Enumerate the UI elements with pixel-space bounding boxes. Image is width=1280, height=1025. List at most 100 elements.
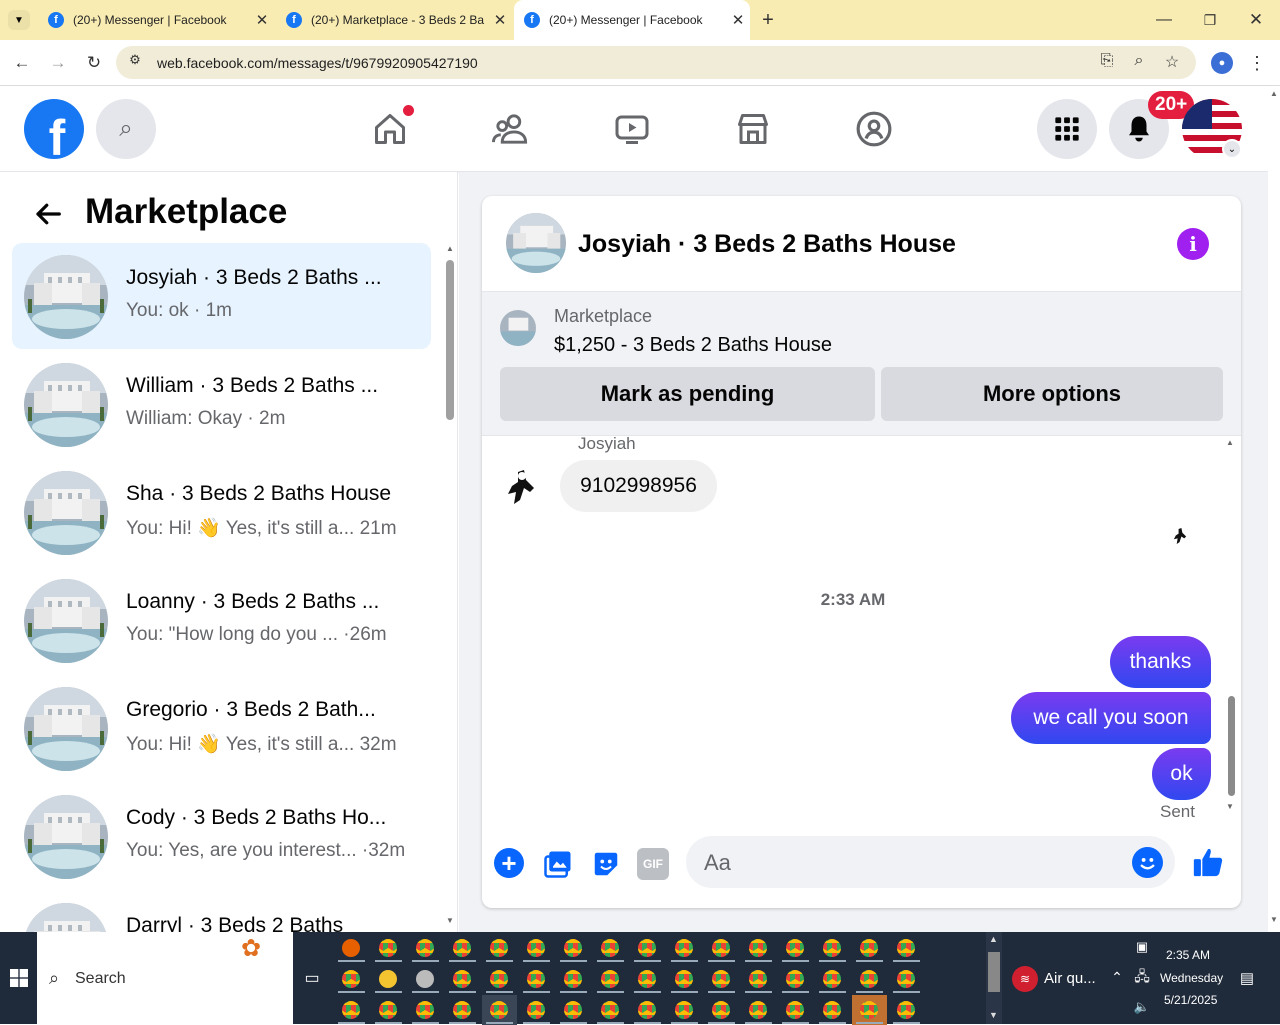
restore-icon[interactable]: ❐ [1196, 8, 1224, 32]
taskbar-app-icon[interactable] [445, 964, 480, 994]
taskbar-app-icon[interactable] [556, 964, 591, 994]
scroll-up-arrow-icon[interactable]: ▲ [1226, 438, 1234, 447]
video-icon[interactable] [610, 107, 654, 151]
listing-thumbnail[interactable] [500, 310, 536, 346]
taskbar-scroll-thumb[interactable] [988, 952, 1000, 992]
volume-icon[interactable]: 🔈 [1132, 998, 1152, 1016]
taskbar-search[interactable]: ⌕ Search ✿ [37, 932, 293, 1024]
taskbar-app-icon[interactable] [704, 964, 739, 994]
taskbar-app-icon[interactable] [334, 964, 369, 994]
browser-menu-icon[interactable]: ⋮ [1247, 52, 1267, 74]
home-icon[interactable] [368, 105, 414, 151]
incoming-message[interactable]: 9102998956 [560, 460, 717, 512]
scroll-down-arrow-icon[interactable]: ▼ [446, 916, 454, 925]
taskbar-app-icon[interactable] [815, 964, 850, 994]
weather-icon[interactable]: ≋ [1012, 966, 1038, 992]
conversation-item[interactable]: Darryl · 3 Beds 2 Baths [12, 891, 431, 932]
back-arrow-icon[interactable] [28, 194, 68, 234]
taskbar-app-icon[interactable] [408, 995, 443, 1025]
taskbar-app-icon[interactable] [445, 933, 480, 963]
sidebar-scrollbar[interactable]: ▲ ▼ [443, 244, 457, 932]
taskbar-app-icon[interactable] [371, 995, 406, 1025]
scroll-down-arrow-icon[interactable]: ▼ [1226, 802, 1234, 811]
close-window-icon[interactable]: ✕ [1242, 8, 1270, 32]
conversation-item[interactable]: Gregorio · 3 Beds 2 Bath... You: Hi! 👋 Ye… [12, 675, 431, 781]
taskbar-app-icon[interactable] [482, 964, 517, 994]
taskbar-app-icon[interactable] [556, 933, 591, 963]
search-icon[interactable]: ⌕ [96, 99, 156, 159]
gif-icon[interactable]: GIF [637, 848, 669, 880]
forward-icon[interactable]: → [46, 51, 70, 75]
taskbar-app-icon[interactable] [778, 964, 813, 994]
scroll-up-arrow-icon[interactable]: ▲ [446, 244, 454, 253]
scroll-down-arrow-icon[interactable]: ▼ [1270, 915, 1278, 924]
outgoing-message[interactable]: we call you soon [1011, 692, 1211, 744]
close-tab-icon[interactable]: ✕ [726, 11, 750, 29]
network-icon[interactable]: 🖧 [1132, 968, 1152, 988]
conversation-item[interactable]: Cody · 3 Beds 2 Baths Ho... You: Yes, are… [12, 783, 431, 889]
taskbar-app-icon[interactable] [852, 995, 887, 1025]
task-view-icon[interactable]: ▭ [300, 968, 324, 988]
conversation-item[interactable]: William · 3 Beds 2 Baths ... William: Oka… [12, 351, 431, 457]
sticker-icon[interactable] [590, 848, 622, 880]
marketplace-icon[interactable] [731, 107, 775, 151]
taskbar-app-icon[interactable] [815, 933, 850, 963]
clock-day[interactable]: Wednesday [1160, 971, 1240, 985]
profile-icon[interactable]: ● [1211, 52, 1233, 74]
notification-center-icon[interactable]: ▤ [1236, 968, 1258, 988]
listing-detail[interactable]: $1,250 - 3 Beds 2 Baths House [554, 334, 832, 357]
clock-date[interactable]: 5/21/2025 [1164, 993, 1244, 1007]
url-field[interactable]: ⚙ web.facebook.com/messages/t/9679920905… [116, 46, 1196, 79]
chat-avatar[interactable] [506, 213, 566, 273]
add-more-icon[interactable]: + [494, 848, 524, 878]
scroll-down-arrow-icon[interactable]: ▼ [989, 1010, 998, 1020]
taskbar-app-icon[interactable] [482, 995, 517, 1025]
scroll-up-arrow-icon[interactable]: ▲ [1270, 89, 1278, 98]
menu-grid-icon[interactable] [1037, 99, 1097, 159]
photo-icon[interactable] [542, 848, 574, 880]
page-scrollbar[interactable]: ▲ ▼ [1268, 87, 1280, 932]
account-chevron-icon[interactable]: ⌄ [1222, 139, 1242, 159]
taskbar-app-icon[interactable] [741, 933, 776, 963]
taskbar-overflow-scroll[interactable]: ▲ ▼ [986, 932, 1002, 1024]
bookmark-star-icon[interactable]: ☆ [1161, 52, 1183, 72]
taskbar-app-icon[interactable] [667, 933, 702, 963]
taskbar-app-icon[interactable] [519, 995, 554, 1025]
like-thumb-icon[interactable] [1190, 844, 1226, 880]
taskbar-app-icon[interactable] [667, 964, 702, 994]
scroll-up-arrow-icon[interactable]: ▲ [989, 934, 998, 944]
new-tab-icon[interactable]: + [756, 8, 780, 32]
thread-scroll-thumb[interactable] [1228, 696, 1235, 796]
sender-avatar[interactable] [504, 466, 538, 508]
message-input[interactable]: Aa [686, 836, 1175, 888]
groups-icon[interactable] [852, 107, 896, 151]
reload-icon[interactable]: ↻ [82, 51, 106, 75]
taskbar-app-icon[interactable] [741, 964, 776, 994]
emoji-icon[interactable] [1132, 847, 1163, 878]
taskbar-app-icon[interactable] [519, 964, 554, 994]
taskbar-app-icon[interactable] [815, 995, 850, 1025]
taskbar-app-icon[interactable] [556, 995, 591, 1025]
taskbar-app-icon[interactable] [630, 933, 665, 963]
taskbar-app-icon[interactable] [704, 933, 739, 963]
chat-title[interactable]: Josyiah · 3 Beds 2 Baths House [578, 230, 956, 259]
facebook-logo-icon[interactable]: f [24, 99, 84, 159]
sidebar-scroll-thumb[interactable] [446, 260, 454, 420]
tray-chevron-icon[interactable]: ⌃ [1108, 968, 1126, 986]
install-app-icon[interactable]: ⎘ [1096, 52, 1118, 70]
taskbar-app-icon[interactable] [408, 964, 443, 994]
thread-scrollbar[interactable]: ▲ ▼ [1225, 438, 1237, 814]
taskbar-app-icon[interactable] [445, 995, 480, 1025]
taskbar-app-icon[interactable] [630, 995, 665, 1025]
taskbar-app-icon[interactable] [889, 933, 924, 963]
more-options-button[interactable]: More options [881, 367, 1223, 421]
conversation-item[interactable]: Loanny · 3 Beds 2 Baths ... You: "How lon… [12, 567, 431, 673]
info-icon[interactable]: i [1177, 228, 1209, 260]
back-icon[interactable]: ← [10, 51, 34, 75]
taskbar-app-icon[interactable] [371, 933, 406, 963]
site-info-icon[interactable]: ⚙ [124, 52, 146, 68]
taskbar-app-icon[interactable] [778, 995, 813, 1025]
minimize-icon[interactable]: — [1150, 8, 1178, 32]
taskbar-app-icon[interactable] [741, 995, 776, 1025]
taskbar-app-icon[interactable] [593, 995, 628, 1025]
